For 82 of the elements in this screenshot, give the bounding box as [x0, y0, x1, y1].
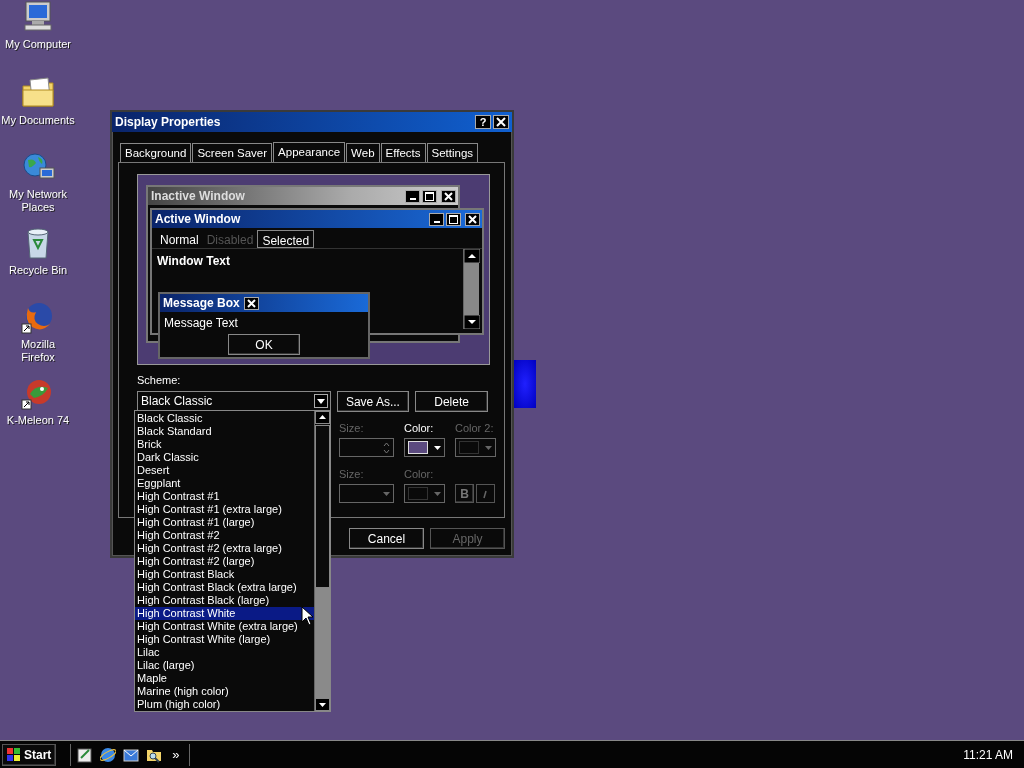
list-item[interactable]: High Contrast Black (large)	[135, 594, 314, 607]
minimize-icon	[409, 198, 416, 200]
list-item[interactable]: High Contrast #1	[135, 490, 314, 503]
list-item[interactable]: High Contrast #1 (large)	[135, 516, 314, 529]
list-item[interactable]: Maple	[135, 672, 314, 685]
more-button[interactable]: »	[169, 748, 183, 761]
clock: 11:21 AM	[963, 746, 1013, 764]
close-icon	[443, 191, 454, 201]
color-picker[interactable]	[404, 438, 445, 457]
desktop-icon-label[interactable]: K-Meleon 74	[6, 414, 70, 427]
desktop-icon-label[interactable]: My Computer	[5, 38, 71, 51]
scheme-button[interactable]: Delete	[415, 391, 488, 412]
help-button[interactable]: ?	[475, 115, 491, 129]
maximize-icon	[449, 214, 458, 224]
bold-button[interactable]: B	[455, 484, 474, 503]
desktop-icon-label[interactable]: My Documents	[1, 114, 75, 127]
notepad-icon[interactable]	[77, 746, 94, 763]
minimize-icon	[433, 221, 440, 223]
list-item[interactable]: High Contrast #1 (extra large)	[135, 503, 314, 516]
list-item[interactable]: Lilac	[135, 646, 314, 659]
mail-icon[interactable]	[123, 746, 140, 763]
tab[interactable]: Background	[120, 143, 192, 162]
field-label: Color:	[404, 422, 435, 435]
start-button[interactable]: Start	[2, 743, 57, 766]
menu-item[interactable]: Selected	[257, 230, 315, 248]
tab[interactable]: Effects	[380, 143, 426, 162]
preview-title: Message Box	[163, 295, 240, 312]
color-swatch	[408, 441, 428, 454]
list-item[interactable]: High Contrast Black (extra large)	[135, 581, 314, 594]
list-item[interactable]: Marine (high color)	[135, 685, 314, 698]
desktop-icon-label[interactable]: Recycle Bin	[8, 264, 68, 277]
ok-button[interactable]: OK	[228, 334, 300, 355]
list-item[interactable]: High Contrast #2	[135, 529, 314, 542]
list-item[interactable]: High Contrast #2 (large)	[135, 555, 314, 568]
scheme-dropdown[interactable]: Black Classic	[137, 391, 331, 411]
preview-title: Inactive Window	[151, 188, 245, 205]
windows-flag-icon	[7, 748, 21, 761]
scroll-thumb[interactable]	[315, 588, 330, 698]
list-item[interactable]: Dark Classic	[135, 451, 314, 464]
window-title: Display Properties	[115, 114, 221, 131]
list-item[interactable]: Desert	[135, 464, 314, 477]
browser-globe-icon[interactable]	[100, 746, 117, 763]
list-item[interactable]: High Contrast Black	[135, 568, 314, 581]
list-item[interactable]: High Contrast White	[135, 607, 314, 620]
menu-item[interactable]: Normal	[156, 230, 203, 248]
list-item[interactable]: High Contrast White (extra large)	[135, 620, 314, 633]
desktop-icon-label[interactable]: Mozilla Firefox	[6, 338, 70, 364]
tab[interactable]: Appearance	[273, 142, 346, 163]
list-item[interactable]: Plum (high color)	[135, 698, 314, 711]
close-icon	[467, 214, 478, 224]
close-icon	[245, 298, 257, 308]
tab[interactable]: Screen Saver	[192, 143, 273, 162]
window-fragment	[514, 360, 536, 408]
close-button[interactable]	[493, 115, 509, 129]
dialog-button[interactable]: Cancel	[349, 528, 424, 549]
italic-button-icon	[476, 484, 495, 503]
field-label: Size:	[339, 468, 365, 481]
desktop-icon-label[interactable]: My Network Places	[6, 188, 70, 214]
list-item[interactable]: Lilac (large)	[135, 659, 314, 672]
close-icon	[494, 116, 508, 128]
list-item[interactable]: High Contrast #2 (extra large)	[135, 542, 314, 555]
preview-title: Active Window	[155, 211, 241, 228]
list-item[interactable]: Eggplant	[135, 477, 314, 490]
list-item[interactable]: Brick	[135, 438, 314, 451]
tab[interactable]: Web	[346, 143, 380, 162]
list-item[interactable]: Black Standard	[135, 425, 314, 438]
tab[interactable]: Settings	[426, 143, 479, 162]
size-field[interactable]	[339, 438, 394, 457]
scheme-label: Scheme:	[137, 374, 182, 387]
field-label: Color 2:	[455, 422, 495, 435]
window-text: Window Text	[157, 253, 230, 270]
color-picker[interactable]	[455, 438, 496, 457]
scheme-button[interactable]: Save As...	[336, 391, 410, 412]
size-field[interactable]	[339, 484, 394, 503]
maximize-icon	[425, 191, 434, 201]
color-picker[interactable]	[404, 484, 445, 503]
list-item[interactable]: High Contrast White (large)	[135, 633, 314, 646]
spin-arrows-icon	[382, 440, 391, 455]
list-item[interactable]: Black Classic	[135, 412, 314, 425]
field-label: Color:	[404, 468, 435, 481]
field-label: Size:	[339, 422, 365, 435]
message-text: Message Text	[163, 315, 239, 332]
